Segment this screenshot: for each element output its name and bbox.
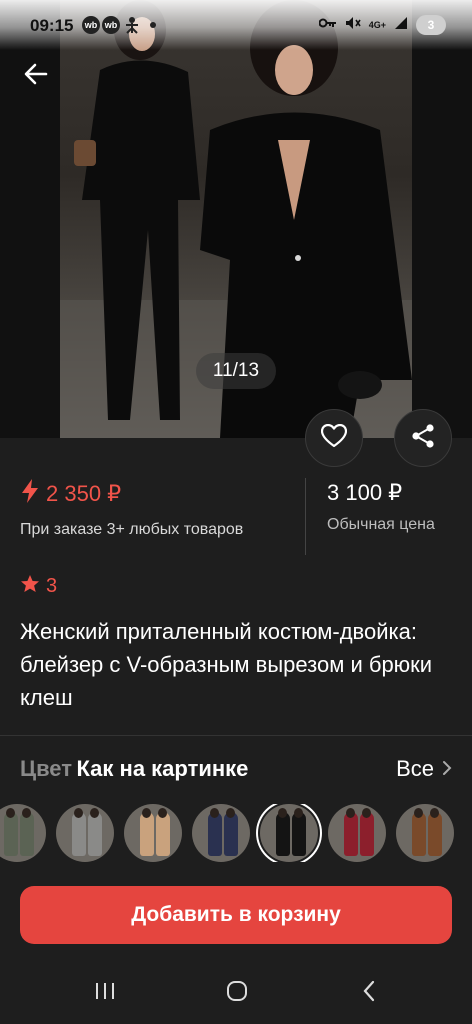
battery-icon: 3 bbox=[416, 15, 446, 35]
product-title: Женский приталенный костюм-двойка: блейз… bbox=[20, 619, 433, 710]
color-swatch[interactable] bbox=[396, 804, 454, 862]
home-button[interactable] bbox=[224, 980, 250, 1006]
network-type-label: 4G+ bbox=[368, 20, 386, 30]
color-label: Цвет bbox=[20, 756, 73, 781]
swatch-figure bbox=[412, 812, 426, 856]
wb-app-icon: wb bbox=[102, 16, 120, 34]
color-swatch[interactable] bbox=[56, 804, 114, 862]
swatch-figure-head bbox=[74, 808, 83, 818]
promo-price-note: При заказе 3+ любых товаров bbox=[20, 521, 244, 538]
swatch-figure bbox=[208, 812, 222, 856]
rating-value: 3 bbox=[46, 575, 58, 597]
swatch-figure-head bbox=[158, 808, 167, 818]
swatch-figure-head bbox=[226, 808, 235, 818]
system-back-button[interactable] bbox=[356, 980, 382, 1006]
swatch-figure-head bbox=[362, 808, 371, 818]
all-colors-link[interactable]: Все bbox=[396, 756, 452, 782]
swatch-figure-head bbox=[6, 808, 15, 818]
swatch-figure bbox=[428, 812, 442, 856]
swatch-figure-head bbox=[414, 808, 423, 818]
color-swatch[interactable] bbox=[260, 804, 318, 862]
section-divider bbox=[0, 735, 472, 736]
status-time: 09:15 bbox=[30, 16, 74, 35]
swatch-figure-head bbox=[294, 808, 303, 818]
regular-price: 3 100 ₽ bbox=[327, 480, 403, 505]
home-icon bbox=[226, 980, 248, 1007]
color-swatch[interactable] bbox=[192, 804, 250, 862]
color-value: Как на картинке bbox=[76, 756, 249, 781]
promo-price: 2 350 ₽ bbox=[46, 480, 122, 506]
swatch-figure bbox=[4, 812, 18, 856]
swatch-figure bbox=[72, 812, 86, 856]
puzzle-icon bbox=[124, 16, 140, 39]
regular-price-note: Обычная цена bbox=[327, 516, 435, 533]
color-swatch[interactable] bbox=[0, 804, 46, 862]
color-selector-header: Цвет Как на картинке Все bbox=[20, 756, 452, 784]
color-swatch[interactable] bbox=[328, 804, 386, 862]
color-swatch[interactable] bbox=[124, 804, 182, 862]
signal-icon bbox=[394, 16, 408, 35]
swatch-figure bbox=[276, 812, 290, 856]
share-icon bbox=[410, 423, 436, 454]
product-rating[interactable]: 3 bbox=[20, 574, 57, 599]
swatch-figure bbox=[344, 812, 358, 856]
lightning-icon bbox=[20, 478, 40, 509]
color-swatches bbox=[0, 804, 472, 862]
mute-icon bbox=[345, 16, 361, 35]
swatch-figure bbox=[156, 812, 170, 856]
swatch-figure bbox=[88, 812, 102, 856]
notification-dot-icon bbox=[150, 22, 156, 28]
key-icon bbox=[318, 16, 337, 34]
back-icon bbox=[362, 980, 376, 1007]
wb-app-icon: wb bbox=[82, 16, 100, 34]
back-button[interactable] bbox=[18, 58, 54, 94]
swatch-figure bbox=[360, 812, 374, 856]
add-to-cart-button[interactable]: Добавить в корзину bbox=[20, 886, 452, 944]
system-navigation-bar bbox=[0, 962, 472, 1024]
status-bar: 09:15 wb wb 4G+ 3 bbox=[0, 0, 472, 50]
share-button[interactable] bbox=[394, 409, 452, 467]
photo-letterbox-right bbox=[412, 0, 472, 438]
image-counter: 11/13 bbox=[196, 353, 276, 389]
swatch-figure-head bbox=[346, 808, 355, 818]
swatch-figure-head bbox=[142, 808, 151, 818]
swatch-figure bbox=[292, 812, 306, 856]
recent-apps-button[interactable] bbox=[92, 980, 118, 1006]
favorite-button[interactable] bbox=[305, 409, 363, 467]
heart-icon bbox=[320, 423, 348, 453]
swatch-figure-head bbox=[90, 808, 99, 818]
star-icon bbox=[20, 574, 40, 599]
arrow-left-icon bbox=[24, 63, 48, 90]
swatch-figure bbox=[140, 812, 154, 856]
regular-price-block: 3 100 ₽ Обычная цена bbox=[327, 478, 435, 534]
swatch-figure-head bbox=[430, 808, 439, 818]
swatch-figure bbox=[224, 812, 238, 856]
swatch-figure-head bbox=[22, 808, 31, 818]
swatch-figure-head bbox=[210, 808, 219, 818]
all-colors-label: Все bbox=[396, 756, 434, 781]
chevron-right-icon bbox=[442, 756, 452, 782]
price-divider bbox=[305, 478, 306, 555]
swatch-figure bbox=[20, 812, 34, 856]
promo-price-block: 2 350 ₽ При заказе 3+ любых товаров bbox=[20, 478, 290, 541]
swatch-figure-head bbox=[278, 808, 287, 818]
recent-apps-icon bbox=[94, 981, 116, 1006]
